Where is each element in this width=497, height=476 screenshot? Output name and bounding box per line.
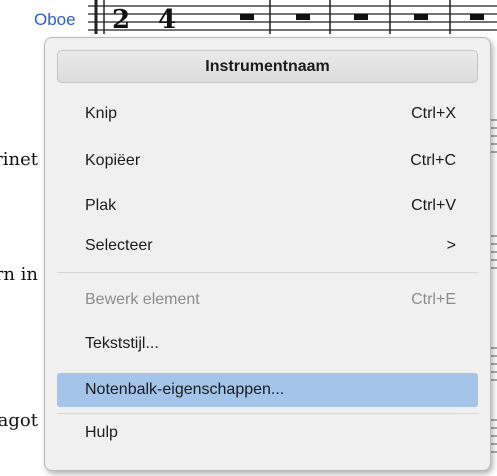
oboe-staff [88, 5, 497, 31]
svg-text:4: 4 [158, 5, 176, 35]
instrument-name-bassoon[interactable]: Fagot [0, 410, 38, 431]
whole-rests [240, 14, 484, 20]
menu-item-edit-element: Bewerk element Ctrl+E [57, 283, 478, 317]
menu-separator [57, 413, 478, 414]
instrument-name-oboe[interactable]: Oboe [34, 10, 76, 30]
menu-item-label: Hulp [85, 424, 118, 441]
menu-item-help[interactable]: Hulp [57, 416, 478, 450]
menu-item-label: Plak [85, 197, 117, 214]
context-menu-header: Instrumentnaam [57, 50, 478, 83]
menu-item-label: Tekststijl... [85, 335, 159, 352]
menu-item-label: Bewerk element [85, 291, 200, 308]
menu-item-copy[interactable]: Kopiëer Ctrl+C [57, 144, 478, 178]
menu-item-label: Selecteer [85, 237, 153, 254]
menu-item-paste[interactable]: Plak Ctrl+V [57, 189, 478, 223]
menu-item-shortcut: Ctrl+V [411, 197, 456, 214]
menu-item-shortcut: Ctrl+X [411, 105, 456, 122]
menu-item-shortcut: Ctrl+C [410, 152, 456, 169]
menu-item-text-style[interactable]: Tekststijl... [57, 327, 478, 361]
submenu-arrow-icon: > [446, 237, 456, 254]
menu-item-label: Notenbalk-eigenschappen... [85, 381, 285, 398]
svg-text:2: 2 [112, 5, 130, 35]
instrument-name-clarinet[interactable]: Klarinet [0, 149, 38, 170]
menu-item-label: Knip [85, 105, 118, 122]
menu-item-staff-properties[interactable]: Notenbalk-eigenschappen... [57, 373, 478, 407]
instrument-name-horn[interactable]: Hoorn in [0, 264, 38, 285]
menu-item-cut[interactable]: Knip Ctrl+X [57, 97, 478, 131]
menu-item-label: Kopiëer [85, 152, 141, 169]
menu-separator [57, 272, 478, 273]
menu-item-shortcut: Ctrl+E [411, 291, 456, 308]
menu-item-select[interactable]: Selecteer > [57, 229, 478, 263]
context-menu: Instrumentnaam Knip Ctrl+X Kopiëer Ctrl+… [44, 37, 491, 471]
staff-barlines [94, 0, 451, 34]
